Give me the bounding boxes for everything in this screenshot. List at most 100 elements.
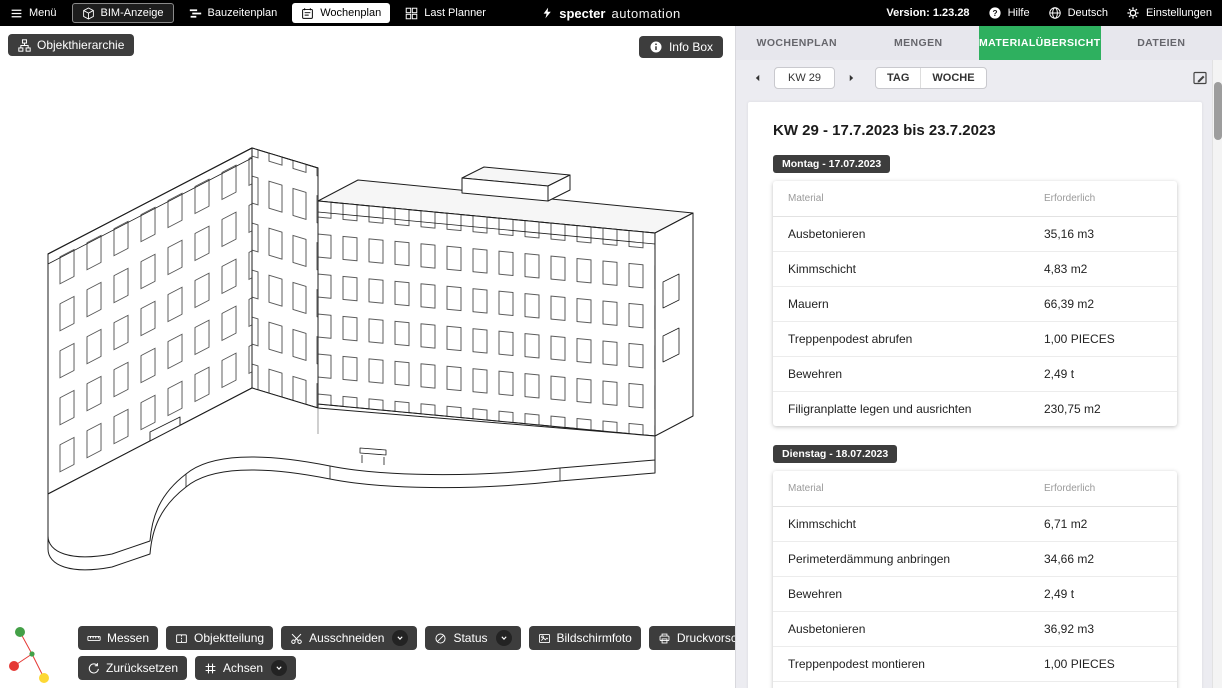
scrollbar-thumb[interactable]	[1214, 82, 1222, 140]
ausschneiden-dropdown[interactable]	[392, 630, 408, 646]
prev-week-button[interactable]	[750, 70, 766, 86]
toggle-woche[interactable]: WOCHE	[920, 68, 985, 88]
table-row: Ausbetonieren35,16 m3	[773, 217, 1177, 252]
table-row: Ausbetonieren36,92 m3	[773, 612, 1177, 647]
topbar: Menü BIM-Anzeige Bauzeitenplan Wochenpla…	[0, 0, 1222, 26]
wochenplan-button[interactable]: Wochenplan	[292, 3, 390, 23]
table-header: Material Erforderlich	[773, 471, 1177, 507]
wochenplan-label: Wochenplan	[320, 7, 381, 19]
zuruecksetzen-label: Zurücksetzen	[106, 661, 178, 675]
axis-gizmo[interactable]	[4, 620, 60, 686]
status-button[interactable]: Status	[425, 626, 520, 650]
next-week-button[interactable]	[843, 70, 859, 86]
menu-icon	[10, 7, 23, 20]
week-chip[interactable]: KW 29	[774, 67, 835, 89]
prev-icon	[753, 73, 763, 83]
table-row: Kimmschicht4,83 m2	[773, 252, 1177, 287]
table-row: Treppenpodest abrufen1,00 PIECES	[773, 322, 1177, 357]
material-cell: Ausbetonieren	[788, 227, 1044, 241]
tab-materialuebersicht[interactable]: MATERIALÜBERSICHT	[979, 26, 1101, 60]
table-row: Bewehren2,49 t	[773, 577, 1177, 612]
required-cell: 1,00 PIECES	[1044, 332, 1162, 346]
day-chip-tuesday: Dienstag - 18.07.2023	[773, 445, 897, 463]
info-box-button[interactable]: Info Box	[639, 36, 723, 58]
status-icon	[434, 632, 447, 645]
panel-scrollbar[interactable]	[1212, 60, 1222, 688]
required-cell: 35,16 m3	[1044, 227, 1162, 241]
panel-content: KW 29 - 17.7.2023 bis 23.7.2023 Montag -…	[736, 96, 1222, 688]
required-cell: 4,83 m2	[1044, 262, 1162, 276]
table-row: Perimeterdämmung anbringen34,66 m2	[773, 542, 1177, 577]
messen-button[interactable]: Messen	[78, 626, 158, 650]
ruler-icon	[87, 631, 101, 645]
material-sheet: KW 29 - 17.7.2023 bis 23.7.2023 Montag -…	[748, 102, 1202, 688]
reset-icon	[87, 662, 100, 675]
ausschneiden-button[interactable]: Ausschneiden	[281, 626, 417, 650]
settings-label: Einstellungen	[1146, 7, 1212, 19]
last-planner-label: Last Planner	[424, 7, 486, 19]
col-material: Material	[788, 193, 1044, 204]
axes-icon	[204, 662, 217, 675]
bauzeitenplan-button[interactable]: Bauzeitenplan	[189, 7, 278, 20]
status-label: Status	[453, 631, 487, 645]
toggle-tag[interactable]: TAG	[876, 68, 920, 88]
col-required: Erforderlich	[1044, 483, 1162, 494]
tab-dateien[interactable]: DATEIEN	[1101, 26, 1222, 60]
tab-mengen[interactable]: MENGEN	[858, 26, 980, 60]
bildschirmfoto-label: Bildschirmfoto	[557, 631, 632, 645]
screenshot-icon	[538, 632, 551, 645]
help-button[interactable]: ? Hilfe	[988, 6, 1030, 20]
objekthierarchie-button[interactable]: Objekthierarchie	[8, 34, 134, 56]
help-icon: ?	[988, 6, 1002, 20]
settings-button[interactable]: Einstellungen	[1126, 6, 1212, 20]
tab-wochenplan[interactable]: WOCHENPLAN	[736, 26, 858, 60]
gear-icon	[1126, 6, 1140, 20]
info-icon	[649, 40, 663, 54]
material-cell: Filigranplatte legen und ausrichten	[788, 402, 1044, 416]
table-row: Mauern66,39 m2	[773, 287, 1177, 322]
status-dropdown[interactable]	[496, 630, 512, 646]
edit-note-button[interactable]	[1192, 70, 1208, 86]
required-cell: 6,71 m2	[1044, 517, 1162, 531]
last-planner-button[interactable]: Last Planner	[405, 7, 486, 20]
panel-tabs: WOCHENPLAN MENGEN MATERIALÜBERSICHT DATE…	[736, 26, 1222, 60]
globe-icon	[1048, 6, 1062, 20]
calendar-icon	[301, 7, 314, 20]
material-table-monday: Material Erforderlich Ausbetonieren35,16…	[773, 181, 1177, 426]
grid-icon	[405, 7, 418, 20]
zuruecksetzen-button[interactable]: Zurücksetzen	[78, 656, 187, 680]
day-section-monday: Montag - 17.07.2023 Material Erforderlic…	[773, 154, 1177, 426]
menu-label: Menü	[29, 7, 57, 19]
druckvorschau-button[interactable]: Druckvorschau	[649, 626, 735, 650]
gantt-icon	[189, 7, 202, 20]
material-cell: Kimmschicht	[788, 262, 1044, 276]
cube-icon	[82, 7, 95, 20]
col-required: Erforderlich	[1044, 193, 1162, 204]
achsen-label: Achsen	[223, 661, 263, 675]
required-cell: 36,92 m3	[1044, 622, 1162, 636]
brand-suffix: automation	[611, 6, 680, 21]
svg-text:?: ?	[992, 8, 997, 18]
bim-3d-viewport[interactable]: Objekthierarchie Info Box	[0, 26, 735, 688]
table-row: Bewehren2,49 t	[773, 357, 1177, 392]
bauzeitenplan-label: Bauzeitenplan	[208, 7, 278, 19]
table-row: Filigranplatte legen und ausrichten230,7…	[773, 392, 1177, 426]
topbar-left: Menü BIM-Anzeige Bauzeitenplan Wochenpla…	[10, 3, 486, 23]
required-cell: 1,00 PIECES	[1044, 657, 1162, 671]
viewport-toolbar: Messen Objektteilung Ausschneiden Status	[78, 626, 735, 680]
menu-button[interactable]: Menü	[10, 7, 57, 20]
achsen-dropdown[interactable]	[271, 660, 287, 676]
scissors-icon	[290, 632, 303, 645]
objekthierarchie-label: Objekthierarchie	[37, 38, 124, 52]
next-icon	[846, 73, 856, 83]
bildschirmfoto-button[interactable]: Bildschirmfoto	[529, 626, 641, 650]
druckvorschau-label: Druckvorschau	[677, 631, 735, 645]
week-heading: KW 29 - 17.7.2023 bis 23.7.2023	[773, 122, 1177, 139]
achsen-button[interactable]: Achsen	[195, 656, 296, 680]
language-button[interactable]: Deutsch	[1048, 6, 1108, 20]
material-cell: Mauern	[788, 297, 1044, 311]
bolt-icon	[541, 6, 553, 20]
bim-anzeige-button[interactable]: BIM-Anzeige	[72, 3, 174, 23]
ausschneiden-label: Ausschneiden	[309, 631, 384, 645]
objektteilung-button[interactable]: Objektteilung	[166, 626, 273, 650]
